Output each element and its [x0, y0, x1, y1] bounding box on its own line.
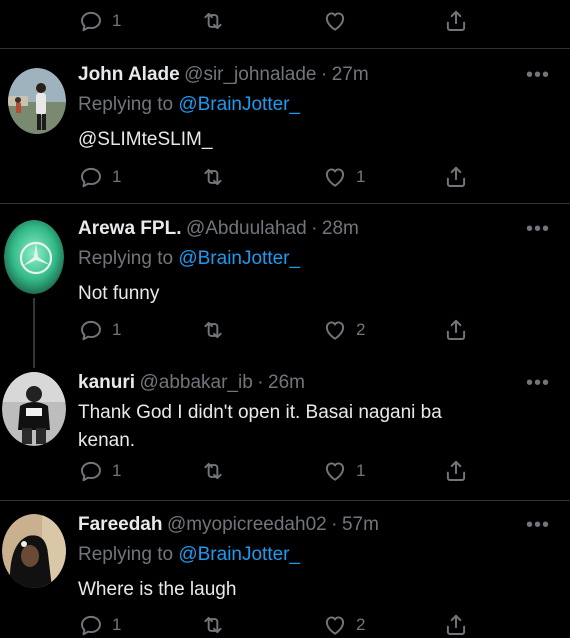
share-button[interactable] [443, 612, 469, 638]
replying-to: Replying to @BrainJotter_ [78, 94, 300, 116]
avatar[interactable] [8, 68, 66, 134]
avatar[interactable] [2, 372, 66, 446]
timestamp[interactable]: 26m [268, 372, 305, 393]
like-count: 2 [356, 320, 366, 339]
reply-count: 1 [112, 615, 122, 634]
retweet-button[interactable] [200, 164, 226, 190]
mention-link[interactable]: @BrainJotter_ [178, 248, 300, 269]
like-button[interactable]: 2 [322, 612, 365, 638]
retweet-icon [200, 164, 226, 190]
avatar[interactable] [2, 514, 66, 588]
retweet-button[interactable] [200, 317, 226, 343]
more-icon[interactable]: ••• [526, 514, 550, 537]
like-count: 1 [356, 167, 366, 186]
reply-count: 1 [112, 167, 122, 186]
more-icon[interactable]: ••• [526, 218, 550, 241]
more-icon[interactable]: ••• [526, 372, 550, 395]
reply-count: 1 [112, 320, 122, 339]
reply-icon [78, 8, 104, 34]
display-name[interactable]: John Alade [78, 64, 180, 85]
like-button[interactable]: 2 [322, 317, 365, 343]
user-handle[interactable]: @sir_johnalade [184, 64, 316, 85]
retweet-icon [200, 458, 226, 484]
user-handle[interactable]: @abbakar_ib [139, 372, 252, 393]
replying-to: Replying to @BrainJotter_ [78, 544, 300, 566]
display-name[interactable]: Arewa FPL. [78, 218, 181, 239]
user-handle[interactable]: @myopicreedah02 [167, 514, 327, 535]
timestamp[interactable]: 28m [322, 218, 359, 239]
share-button[interactable] [443, 458, 469, 484]
tweet-text[interactable]: Not funny [78, 279, 159, 309]
replying-prefix: Replying to [78, 544, 174, 565]
like-button[interactable] [322, 8, 348, 34]
reply-icon [78, 317, 104, 343]
replying-to: Replying to @BrainJotter_ [78, 248, 300, 270]
reply-button[interactable]: 1 [78, 458, 121, 484]
share-button[interactable] [443, 317, 469, 343]
share-icon [443, 164, 469, 190]
reply-button[interactable]: 1 [78, 612, 121, 638]
timestamp[interactable]: 27m [332, 64, 369, 85]
mention-link[interactable]: @BrainJotter_ [178, 94, 300, 115]
share-icon [443, 317, 469, 343]
like-icon [322, 164, 348, 190]
divider [0, 203, 570, 204]
reply-button[interactable]: 1 [78, 164, 121, 190]
reply-icon [78, 612, 104, 638]
reply-icon [78, 164, 104, 190]
display-name[interactable]: Fareedah [78, 514, 162, 535]
retweet-icon [200, 8, 226, 34]
share-button[interactable] [443, 8, 469, 34]
tweet-text[interactable]: @SLIMteSLIM_ [78, 125, 212, 155]
reply-count: 1 [112, 461, 122, 480]
reply-count: 1 [112, 11, 122, 30]
share-icon [443, 612, 469, 638]
divider [0, 48, 570, 49]
retweet-icon [200, 612, 226, 638]
replying-prefix: Replying to [78, 94, 174, 115]
share-icon [443, 458, 469, 484]
dot-separator: · [331, 514, 338, 535]
dot-separator: · [320, 64, 328, 85]
share-icon [443, 8, 469, 34]
like-count: 2 [356, 615, 366, 634]
tweet-text[interactable]: Where is the laugh [78, 575, 236, 605]
like-count: 1 [356, 461, 366, 480]
retweet-button[interactable] [200, 612, 226, 638]
dot-separator: · [311, 218, 318, 239]
reply-button[interactable]: 1 [78, 317, 121, 343]
more-icon[interactable]: ••• [526, 64, 550, 87]
like-icon [322, 8, 348, 34]
like-button[interactable]: 1 [322, 458, 365, 484]
user-handle[interactable]: @Abduulahad [186, 218, 307, 239]
thread-line [33, 298, 35, 368]
dot-separator: · [257, 372, 264, 393]
like-icon [322, 612, 348, 638]
display-name[interactable]: kanuri [78, 372, 135, 393]
tweet-text[interactable]: Thank God I didn't open it. Basai nagani… [78, 398, 442, 428]
like-button[interactable]: 1 [322, 164, 365, 190]
reply-icon [78, 458, 104, 484]
tweet-text-cont[interactable]: kenan. [78, 426, 135, 456]
like-icon [322, 458, 348, 484]
share-button[interactable] [443, 164, 469, 190]
reply-button[interactable]: 1 [78, 8, 121, 34]
divider [0, 500, 570, 501]
timestamp[interactable]: 57m [342, 514, 379, 535]
retweet-button[interactable] [200, 8, 226, 34]
mention-link[interactable]: @BrainJotter_ [178, 544, 300, 565]
retweet-button[interactable] [200, 458, 226, 484]
like-icon [322, 317, 348, 343]
avatar[interactable] [4, 220, 64, 294]
replying-prefix: Replying to [78, 248, 174, 269]
retweet-icon [200, 317, 226, 343]
